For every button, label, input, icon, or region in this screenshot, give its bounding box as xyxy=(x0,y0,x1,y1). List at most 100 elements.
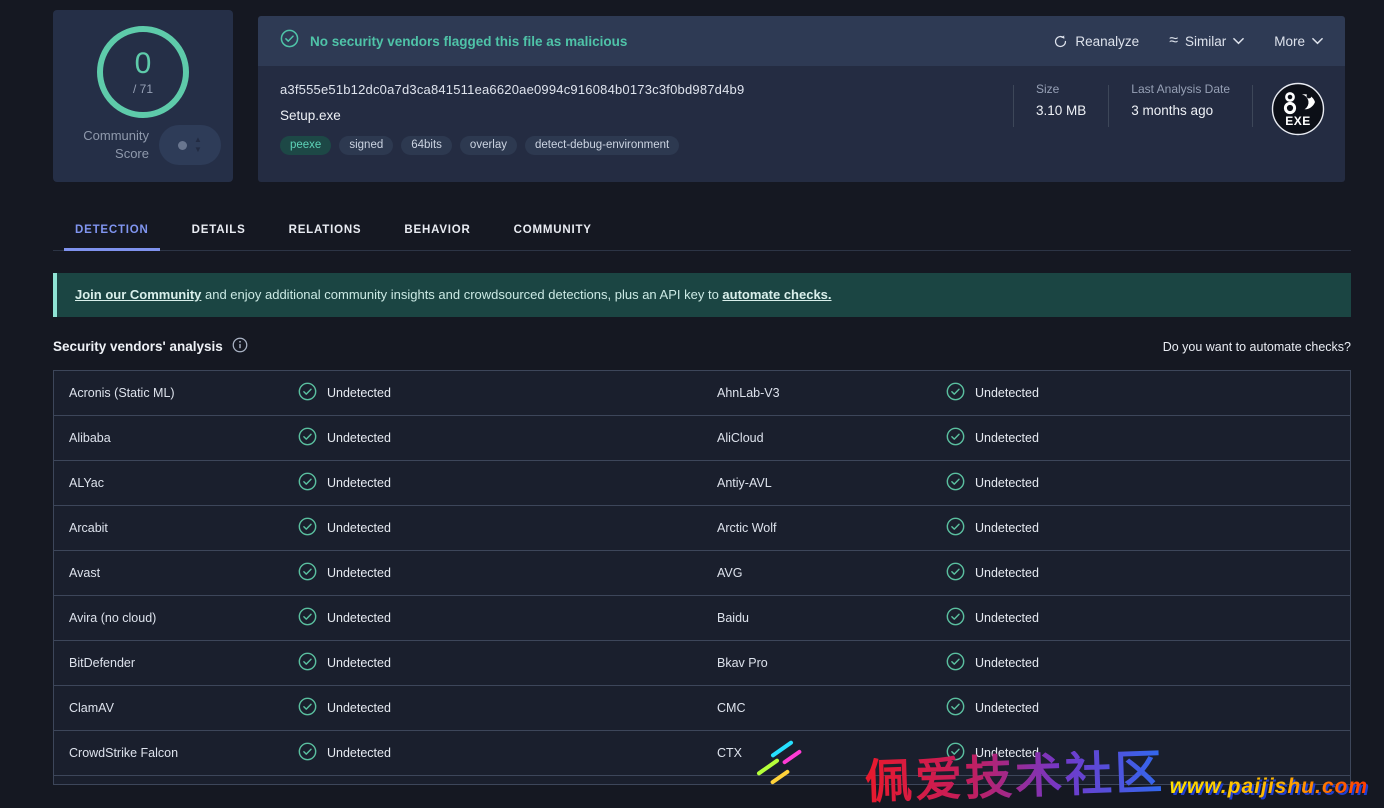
vendor-name: Arcabit xyxy=(69,521,298,535)
info-icon[interactable] xyxy=(232,337,248,356)
join-community-link[interactable]: Join our Community xyxy=(75,287,201,302)
table-row: Acronis (Static ML) Undetected AhnLab-V3… xyxy=(54,371,1350,416)
check-circle-icon xyxy=(946,427,965,449)
vendor-status: Undetected xyxy=(298,382,702,404)
tab-detection[interactable]: DETECTION xyxy=(75,208,149,250)
vendor-cell-left: ClamAV Undetected xyxy=(54,686,702,730)
community-vote-widget[interactable]: ▲▼ xyxy=(159,125,221,165)
file-details-section: a3f555e51b12dc0a7d3ca841511ea6620ae0994c… xyxy=(258,66,1345,182)
vendor-status: Undetected xyxy=(946,607,1350,629)
file-name: Setup.exe xyxy=(280,108,1013,123)
tab-details[interactable]: DETAILS xyxy=(192,208,246,250)
file-tag[interactable]: detect-debug-environment xyxy=(525,136,679,155)
vendor-name: AVG xyxy=(717,566,946,580)
table-row: ALYac Undetected Antiy-AVL Undetected xyxy=(54,461,1350,506)
file-sha256-hash: a3f555e51b12dc0a7d3ca841511ea6620ae0994c… xyxy=(280,82,1013,97)
check-circle-icon xyxy=(298,382,317,404)
check-circle-icon xyxy=(298,472,317,494)
vendor-cell-right: Antiy-AVL Undetected xyxy=(702,461,1350,505)
tabs-bar: DETECTION DETAILS RELATIONS BEHAVIOR COM… xyxy=(53,208,1351,251)
last-analysis-label: Last Analysis Date xyxy=(1131,82,1230,96)
size-value: 3.10 MB xyxy=(1036,103,1086,118)
check-circle-icon xyxy=(298,607,317,629)
file-tag[interactable]: peexe xyxy=(280,136,331,155)
vendor-cell-left: CrowdStrike Falcon Undetected xyxy=(54,731,702,775)
check-circle-icon xyxy=(946,472,965,494)
vendor-cell-left: ALYac Undetected xyxy=(54,461,702,505)
vendor-status: Undetected xyxy=(298,607,702,629)
similar-waves-icon: ≈ xyxy=(1169,33,1178,49)
vendor-name: BitDefender xyxy=(69,656,298,670)
table-row: ClamAV Undetected CMC Undetected xyxy=(54,686,1350,731)
file-tag[interactable]: overlay xyxy=(460,136,517,155)
check-circle-icon xyxy=(298,517,317,539)
tab-behavior[interactable]: BEHAVIOR xyxy=(404,208,470,250)
vendor-status: Undetected xyxy=(946,742,1350,764)
file-tag[interactable]: 64bits xyxy=(401,136,452,155)
vendor-status: Undetected xyxy=(946,652,1350,674)
last-analysis-value: 3 months ago xyxy=(1131,103,1230,118)
vendor-status: Undetected xyxy=(946,697,1350,719)
vendor-name: CrowdStrike Falcon xyxy=(69,746,298,760)
reanalyze-button[interactable]: Reanalyze xyxy=(1053,34,1139,49)
automate-checks-link[interactable]: automate checks. xyxy=(722,287,831,302)
status-text: Undetected xyxy=(975,521,1039,535)
check-circle-icon xyxy=(946,517,965,539)
vendor-name: AhnLab-V3 xyxy=(717,386,946,400)
analysis-section-header: Security vendors' analysis Do you want t… xyxy=(53,337,1351,370)
community-score-card: 0 / 71 Community Score ▲▼ xyxy=(53,10,233,182)
table-row: CrowdStrike Falcon Undetected CTX Undete… xyxy=(54,731,1350,776)
check-circle-icon xyxy=(298,562,317,584)
more-button[interactable]: More xyxy=(1274,34,1323,49)
chevron-down-icon xyxy=(1312,37,1323,45)
size-label: Size xyxy=(1036,82,1086,96)
vendor-name: Acronis (Static ML) xyxy=(69,386,298,400)
detections-count: 0 xyxy=(135,49,152,79)
vendor-cell-right: Bkav Pro Undetected xyxy=(702,641,1350,685)
check-circle-icon xyxy=(298,427,317,449)
file-tag[interactable]: signed xyxy=(339,136,393,155)
divider xyxy=(1252,85,1253,127)
file-summary-panel: No security vendors flagged this file as… xyxy=(258,16,1345,182)
vendor-status: Undetected xyxy=(298,652,702,674)
status-text: Undetected xyxy=(327,431,391,445)
vendor-status: Undetected xyxy=(298,742,702,764)
table-row-partial xyxy=(54,776,1350,784)
status-text: Undetected xyxy=(327,746,391,760)
status-text: Undetected xyxy=(327,701,391,715)
table-row: Avira (no cloud) Undetected Baidu Undete… xyxy=(54,596,1350,641)
last-analysis-block: Last Analysis Date 3 months ago xyxy=(1109,82,1252,118)
vote-updown-icon: ▲▼ xyxy=(194,136,202,154)
vendor-cell-left: BitDefender Undetected xyxy=(54,641,702,685)
security-vendors-table: Acronis (Static ML) Undetected AhnLab-V3… xyxy=(53,370,1351,785)
detection-score-ring: 0 / 71 xyxy=(97,26,189,118)
vendor-status: Undetected xyxy=(946,472,1350,494)
similar-button[interactable]: ≈ Similar xyxy=(1169,33,1244,49)
status-text: Undetected xyxy=(975,746,1039,760)
file-type-badge-text: EXE xyxy=(1271,114,1325,128)
status-text: Undetected xyxy=(327,521,391,535)
status-text: Undetected xyxy=(327,656,391,670)
vendor-status: Undetected xyxy=(298,697,702,719)
check-circle-icon xyxy=(946,607,965,629)
tab-community[interactable]: COMMUNITY xyxy=(514,208,592,250)
vendor-status: Undetected xyxy=(946,427,1350,449)
check-circle-icon xyxy=(946,562,965,584)
check-circle-icon xyxy=(298,742,317,764)
status-text: Undetected xyxy=(975,386,1039,400)
chevron-down-icon xyxy=(1233,37,1244,45)
file-tags: peexe signed 64bits overlay detect-debug… xyxy=(280,136,1013,155)
vendor-status: Undetected xyxy=(298,562,702,584)
analysis-title-text: Security vendors' analysis xyxy=(53,339,223,354)
vendor-cell-right: Arctic Wolf Undetected xyxy=(702,506,1350,550)
automate-checks-prompt-link[interactable]: Do you want to automate checks? xyxy=(1163,340,1351,354)
banner-text: and enjoy additional community insights … xyxy=(201,287,722,302)
vendor-cell-right: CMC Undetected xyxy=(702,686,1350,730)
status-text: Undetected xyxy=(327,611,391,625)
vendor-name: Alibaba xyxy=(69,431,298,445)
vendor-name: AliCloud xyxy=(717,431,946,445)
vendor-status: Undetected xyxy=(298,517,702,539)
tab-relations[interactable]: RELATIONS xyxy=(289,208,362,250)
vote-face-icon xyxy=(178,141,187,150)
vendor-status: Undetected xyxy=(298,472,702,494)
